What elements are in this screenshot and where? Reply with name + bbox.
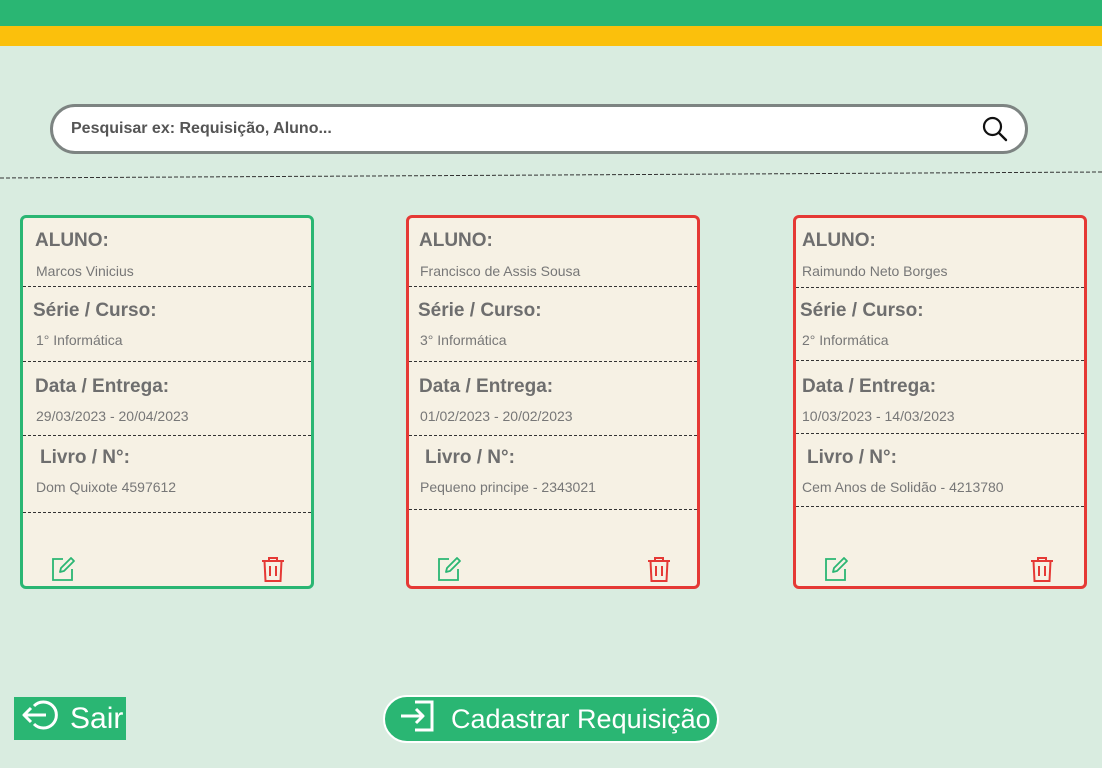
serie-value: 2° Informática xyxy=(802,332,889,348)
data-label: Data / Entrega: xyxy=(419,376,554,397)
request-card: ALUNO: Raimundo Neto Borges Série / Curs… xyxy=(793,215,1087,589)
search-bar xyxy=(50,104,1028,154)
edit-icon[interactable] xyxy=(47,553,79,585)
add-request-label: Cadastrar Requisição xyxy=(451,703,711,734)
livro-value: Dom Quixote 4597612 xyxy=(36,479,177,495)
aluno-label: ALUNO: xyxy=(35,230,109,251)
livro-value: Pequeno principe - 2343021 xyxy=(420,479,596,495)
request-card: ALUNO: Marcos Vinicius Série / Curso: 1°… xyxy=(20,215,314,589)
card-separator xyxy=(409,509,697,510)
edit-icon[interactable] xyxy=(820,553,852,585)
logout-button[interactable]: Sair xyxy=(14,697,126,740)
livro-label: Livro / N°: xyxy=(807,447,897,468)
logout-label: Sair xyxy=(70,701,124,735)
serie-value: 1° Informática xyxy=(36,332,123,348)
card-separator xyxy=(409,435,697,436)
card-separator xyxy=(796,287,1084,288)
serie-label: Série / Curso: xyxy=(418,300,542,321)
card-separator xyxy=(409,286,697,287)
livro-label: Livro / N°: xyxy=(40,447,130,468)
header-accent-bar xyxy=(0,26,1102,46)
data-label: Data / Entrega: xyxy=(802,376,937,397)
aluno-value: Francisco de Assis Sousa xyxy=(420,263,581,279)
data-value: 01/02/2023 - 20/02/2023 xyxy=(420,408,573,424)
trash-icon[interactable] xyxy=(1026,553,1058,585)
trash-icon[interactable] xyxy=(643,553,675,585)
request-card: ALUNO: Francisco de Assis Sousa Série / … xyxy=(406,215,700,589)
edit-icon[interactable] xyxy=(433,553,465,585)
serie-label: Série / Curso: xyxy=(800,300,924,321)
aluno-label: ALUNO: xyxy=(419,230,493,251)
data-value: 29/03/2023 - 20/04/2023 xyxy=(36,408,189,424)
aluno-value: Marcos Vinicius xyxy=(36,263,134,279)
add-request-button[interactable]: Cadastrar Requisição xyxy=(383,695,719,743)
data-value: 10/03/2023 - 14/03/2023 xyxy=(802,408,955,424)
search-icon[interactable] xyxy=(981,115,1009,143)
livro-value: Cem Anos de Solidão - 4213780 xyxy=(802,479,1004,495)
serie-value: 3° Informática xyxy=(420,332,507,348)
card-separator xyxy=(796,433,1084,434)
serie-label: Série / Curso: xyxy=(33,300,157,321)
card-separator xyxy=(409,361,697,362)
data-label: Data / Entrega: xyxy=(35,376,170,397)
logout-icon xyxy=(20,698,60,740)
card-separator xyxy=(23,286,311,287)
livro-label: Livro / N°: xyxy=(425,447,515,468)
search-input[interactable] xyxy=(71,120,981,138)
trash-icon[interactable] xyxy=(257,553,289,585)
card-separator xyxy=(23,512,311,513)
card-separator xyxy=(796,506,1084,507)
card-separator xyxy=(23,435,311,436)
header-bar xyxy=(0,0,1102,26)
aluno-label: ALUNO: xyxy=(802,230,876,251)
divider xyxy=(0,171,1102,179)
card-separator xyxy=(796,360,1084,361)
card-separator xyxy=(23,361,311,362)
enter-icon xyxy=(399,699,437,740)
aluno-value: Raimundo Neto Borges xyxy=(802,263,948,279)
